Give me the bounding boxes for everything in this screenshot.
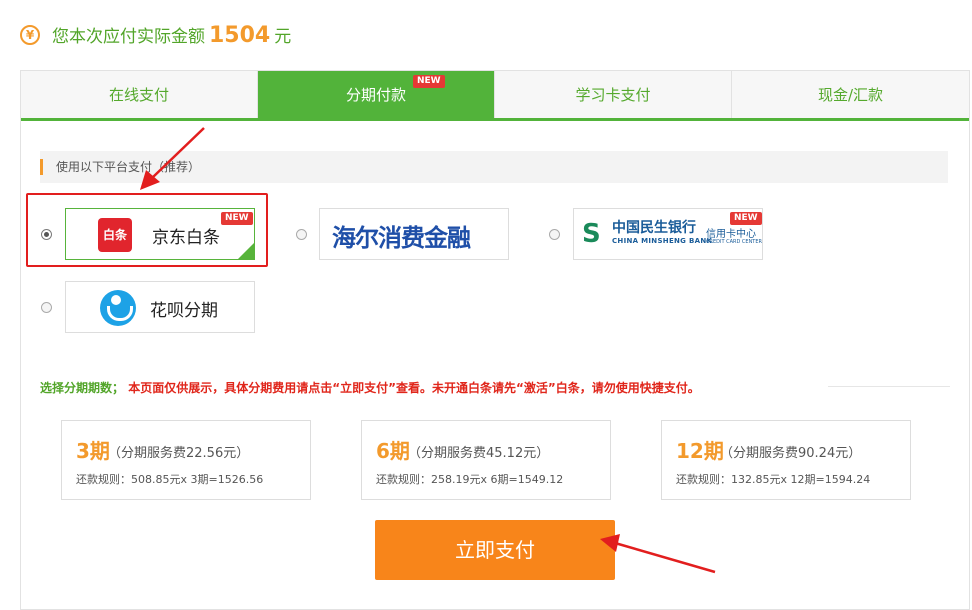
cmbc-name: 中国民生银行 <box>612 220 696 236</box>
period-rule: 还款规则：508.85元x 3期=1526.56 <box>76 473 264 486</box>
period-term: 3期 <box>76 439 110 463</box>
platform-section-title: 使用以下平台支付（推荐） <box>56 160 201 174</box>
divider <box>828 386 950 387</box>
tab-installment[interactable]: 分期付款 <box>258 71 495 119</box>
radio-haier-finance[interactable] <box>296 229 307 240</box>
new-badge: NEW <box>221 212 253 225</box>
option-label: 京东白条 <box>152 228 220 248</box>
option-huabei[interactable]: 花呗分期 <box>65 281 255 333</box>
selected-corner-icon <box>238 243 254 259</box>
cmbc-card-center: 信用卡中心 <box>706 229 756 240</box>
amount-prefix: 您本次应付实际金额 <box>52 27 205 47</box>
jd-baitiao-logo: 白条 <box>98 218 132 252</box>
option-haier-finance[interactable]: 海尔消费金融 <box>319 208 509 260</box>
pay-now-button[interactable]: 立即支付 <box>375 520 615 580</box>
huabei-logo-icon <box>100 290 136 326</box>
platform-section-header: 使用以下平台支付（推荐） <box>40 151 948 183</box>
haier-finance-logo: 海尔消费金融 <box>332 224 471 252</box>
cmbc-name-en: CHINA MINSHENG BANK <box>612 237 713 245</box>
period-fee: （分期服务费45.12元） <box>408 446 550 461</box>
radio-cmbc[interactable] <box>549 229 560 240</box>
period-option-3[interactable]: 3期 （分期服务费22.56元） 还款规则：508.85元x 3期=1526.5… <box>61 420 311 500</box>
period-rule: 还款规则：132.85元x 12期=1594.24 <box>676 473 871 486</box>
tab-study-card[interactable]: 学习卡支付 <box>495 71 732 119</box>
cmbc-logo-icon: S <box>582 219 601 249</box>
cmbc-card-center-en: CREDIT CARD CENTER <box>706 239 762 245</box>
tab-online-payment[interactable]: 在线支付 <box>21 71 258 119</box>
new-badge: NEW <box>413 75 445 88</box>
tab-cash-remittance[interactable]: 现金/汇款 <box>732 71 969 119</box>
tab-underline <box>21 118 969 121</box>
period-option-6[interactable]: 6期 （分期服务费45.12元） 还款规则：258.19元x 6期=1549.1… <box>361 420 611 500</box>
notice-label: 选择分期期数； <box>40 381 125 395</box>
period-term: 12期 <box>676 439 724 463</box>
period-option-12[interactable]: 12期 （分期服务费90.24元） 还款规则：132.85元x 12期=1594… <box>661 420 911 500</box>
radio-jd-baitiao[interactable] <box>41 229 52 240</box>
period-fee: （分期服务费90.24元） <box>720 446 862 461</box>
option-label: 花呗分期 <box>150 301 218 321</box>
radio-huabei[interactable] <box>41 302 52 313</box>
amount-unit: 元 <box>274 27 292 47</box>
period-fee: （分期服务费22.56元） <box>108 446 250 461</box>
notice-text: 本页面仅供展示，具体分期费用请点击“立即支付”查看。未开通白条请先“激活”白条，… <box>128 381 700 395</box>
amount-value: 1504 <box>209 23 271 48</box>
period-rule: 还款规则：258.19元x 6期=1549.12 <box>376 473 564 486</box>
installment-notice: 选择分期期数； 本页面仅供展示，具体分期费用请点击“立即支付”查看。未开通白条请… <box>40 379 700 396</box>
period-term: 6期 <box>376 439 410 463</box>
new-badge: NEW <box>730 212 762 225</box>
payable-amount-line: 您本次应付实际金额 1504 元 <box>52 22 291 48</box>
section-marker <box>40 159 43 175</box>
yen-icon: ¥ <box>20 25 40 45</box>
